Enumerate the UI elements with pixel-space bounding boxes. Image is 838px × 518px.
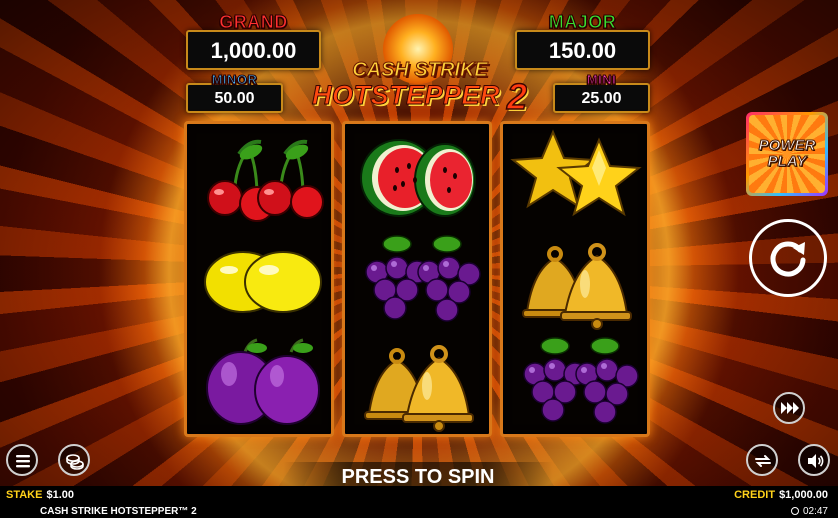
- stake-label: STAKE: [6, 489, 43, 501]
- minor-jackpot-title: MINOR: [211, 72, 258, 88]
- reel-2-row-1: [345, 126, 489, 229]
- status-bar: STAKE $1.00 CREDIT $1,000.00 CASH STRIKE H…: [0, 486, 838, 518]
- minor-jackpot-box: 50.00: [186, 83, 283, 113]
- grapes-icon: [365, 235, 481, 322]
- stake-display: STAKE $1.00: [6, 489, 74, 501]
- turbo-button[interactable]: [773, 392, 805, 424]
- coins-icon: [66, 454, 84, 470]
- credit-label: CREDIT: [734, 489, 776, 501]
- clock: 02:47: [790, 506, 828, 517]
- sound-button[interactable]: [798, 444, 830, 476]
- fast-forward-icon: [781, 402, 799, 414]
- reel-2-row-3: [345, 332, 489, 435]
- credit-display: CREDIT $1,000.00: [734, 489, 828, 501]
- plums-icon: [206, 338, 320, 425]
- game-stage: 1,000.00 GRAND 150.00 MAJOR 50.00 MINOR …: [0, 0, 838, 518]
- mini-jackpot-value: 25.00: [581, 90, 622, 107]
- reel-1: [184, 121, 334, 437]
- reel-3-row-3: [503, 332, 647, 435]
- bells-icon: [364, 345, 474, 432]
- bells-icon: [522, 243, 632, 330]
- logo-line-2: HOTSTEPPER: [311, 80, 501, 111]
- logo-line-1: CASH STRIKE: [352, 59, 489, 82]
- credit-value: $1,000.00: [779, 489, 828, 501]
- spin-icon: [770, 241, 806, 277]
- autoplay-button[interactable]: [746, 444, 778, 476]
- clock-time: 02:47: [802, 506, 828, 517]
- reel-1-row-3: [187, 332, 331, 435]
- minor-jackpot-value: 50.00: [214, 90, 255, 107]
- reel-3: [500, 121, 650, 437]
- reel-1-row-1: [187, 126, 331, 229]
- mini-jackpot-title: MINI: [586, 72, 617, 88]
- reel-3-row-2: [503, 230, 647, 333]
- stake-coins-button[interactable]: [58, 444, 90, 476]
- power-play-button[interactable]: POWER PLAY: [746, 112, 828, 196]
- stake-value: $1.00: [46, 489, 74, 501]
- autoplay-icon: [755, 455, 771, 467]
- stars-icon: [510, 129, 642, 217]
- reel-3-row-1: [503, 126, 647, 229]
- reel-2-row-2: [345, 230, 489, 333]
- power-play-label-2: PLAY: [767, 153, 807, 170]
- clock-icon: [790, 507, 799, 515]
- menu-button[interactable]: [6, 444, 38, 476]
- speaker-icon: [808, 454, 824, 468]
- power-play-badge: POWER PLAY: [749, 115, 825, 193]
- cherries-icon: [207, 139, 324, 222]
- grapes-icon: [523, 337, 639, 424]
- spin-button[interactable]: [749, 219, 827, 297]
- major-jackpot-title: MAJOR: [548, 12, 617, 33]
- watermelon-icon: [360, 139, 476, 217]
- mini-jackpot-box: 25.00: [553, 83, 650, 113]
- game-name: CASH STRIKE HOTSTEPPER™ 2: [40, 506, 197, 517]
- logo-number: 2: [506, 75, 528, 118]
- reel-2: [342, 121, 492, 437]
- grand-jackpot-title: GRAND: [219, 12, 288, 33]
- lemons-icon: [204, 251, 322, 313]
- power-play-label-1: POWER: [758, 137, 816, 154]
- reel-1-row-2: [187, 230, 331, 333]
- hamburger-menu-icon: [16, 455, 30, 468]
